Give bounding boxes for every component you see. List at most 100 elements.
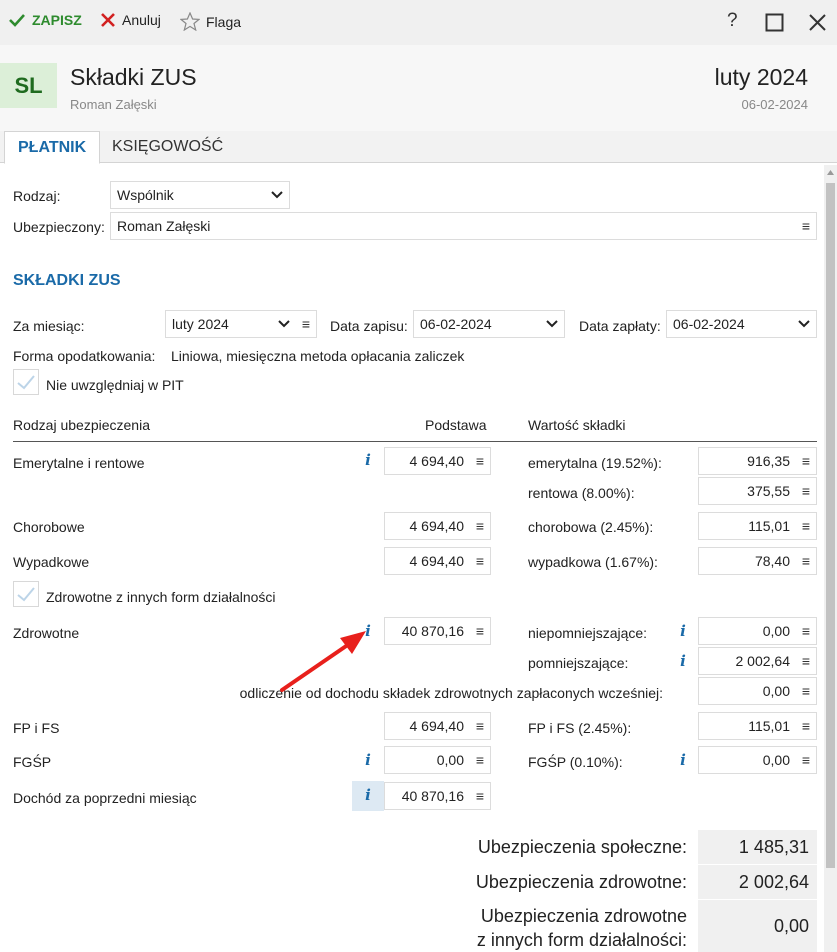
emerytalne-podstawa-value: 4 694,40 [409,453,465,469]
zdrowotne-inne-checkbox[interactable] [13,581,39,607]
menu-icon[interactable]: ≡ [796,653,816,669]
menu-icon[interactable]: ≡ [796,218,816,234]
menu-icon[interactable]: ≡ [470,718,490,734]
menu-icon[interactable]: ≡ [796,483,816,499]
fpfs-skladka-value: 115,01 [748,718,790,734]
menu-icon[interactable]: ≡ [796,718,816,734]
zdrowotne-podstawa-value: 40 870,16 [401,623,464,639]
fgsp-skladka-field[interactable]: 0,00 ≡ [698,746,817,774]
info-icon[interactable]: i [675,622,691,640]
rodzaj-select[interactable]: Wspólnik [110,181,290,209]
page-title: Składki ZUS [70,64,197,90]
zdrowotne-inne-checkbox-label: Zdrowotne z innych form działalności [46,589,276,605]
wypadkowa-field[interactable]: 78,40 ≡ [698,547,817,575]
maximize-icon[interactable] [765,13,784,32]
col-podstawa-header: Podstawa [425,417,487,433]
menu-icon[interactable]: ≡ [296,316,316,332]
ubezpieczony-field[interactable]: Roman Załęski ≡ [110,212,817,240]
za-miesiac-select[interactable]: luty 2024 ≡ [165,310,317,338]
info-icon[interactable]: i [360,786,376,804]
zdrowotne-podstawa-field[interactable]: 40 870,16 ≡ [384,617,491,645]
chorobowa-label: chorobowa (2.45%): [528,519,654,535]
menu-icon[interactable]: ≡ [470,623,490,639]
pomniejszajace-value: 2 002,64 [735,653,791,669]
star-icon [180,12,200,31]
menu-icon[interactable]: ≡ [470,518,490,534]
chorobowe-podstawa-value: 4 694,40 [409,518,465,534]
chevron-down-icon [540,320,564,328]
checkmark-icon [9,14,25,27]
chevron-down-icon [265,191,289,199]
info-icon[interactable]: i [675,751,691,769]
rodzaj-value: Wspólnik [117,187,174,203]
header-date: 06-02-2024 [741,97,809,112]
chorobowa-field[interactable]: 115,01 ≡ [698,512,817,540]
odliczenie-value: 0,00 [762,683,790,699]
scroll-up-icon[interactable] [826,168,835,176]
help-button[interactable]: ? [727,10,738,32]
emerytalne-podstawa-field[interactable]: 4 694,40 ≡ [384,447,491,475]
checkmark-icon [17,587,35,602]
dochod-label: Dochód za poprzedni miesiąc [13,790,197,806]
close-x-icon [101,13,115,27]
flag-button[interactable]: Flaga [180,12,241,31]
menu-icon[interactable]: ≡ [796,752,816,768]
rentowa-value: 375,55 [747,483,790,499]
summary-zdrowotne-label: Ubezpieczenia zdrowotne: [475,872,687,892]
info-icon[interactable]: i [675,652,691,670]
menu-icon[interactable]: ≡ [796,518,816,534]
ubezpieczony-label: Ubezpieczony: [13,219,105,235]
summary-spoleczne-label: Ubezpieczenia społeczne: [477,837,687,857]
menu-icon[interactable]: ≡ [796,683,816,699]
chorobowe-podstawa-field[interactable]: 4 694,40 ≡ [384,512,491,540]
odliczenie-field[interactable]: 0,00 ≡ [698,677,817,705]
summary-inne-label-line1: Ubezpieczenia zdrowotne [480,906,687,926]
cancel-button[interactable]: Anuluj [100,12,161,28]
forma-value: Liniowa, miesięczna metoda opłacania zal… [171,348,465,364]
wypadkowe-podstawa-value: 4 694,40 [409,553,465,569]
fgsp-skladka-value: 0,00 [762,752,790,768]
niepomniejszajace-value: 0,00 [762,623,790,639]
dochod-value: 40 870,16 [401,788,464,804]
menu-icon[interactable]: ≡ [470,752,490,768]
close-window-icon[interactable] [808,13,827,32]
tab-ksiegowosc[interactable]: KSIĘGOWOŚĆ [112,131,223,163]
checkmark-icon [17,375,35,390]
flag-label: Flaga [206,13,242,30]
data-zapisu-field[interactable]: 06-02-2024 [413,310,565,338]
data-zaplaty-field[interactable]: 06-02-2024 [666,310,817,338]
wypadkowe-podstawa-field[interactable]: 4 694,40 ≡ [384,547,491,575]
menu-icon[interactable]: ≡ [796,623,816,639]
pomniejszajace-field[interactable]: 2 002,64 ≡ [698,647,817,675]
rodzaj-label: Rodzaj: [13,188,61,204]
summary-zdrowotne-value: 2 002,64 [698,865,817,899]
tab-platnik[interactable]: PŁATNIK [4,131,101,164]
menu-icon[interactable]: ≡ [796,553,816,569]
fpfs-podstawa-field[interactable]: 4 694,40 ≡ [384,712,491,740]
info-icon[interactable]: i [360,451,376,469]
niepomniejszajace-label: niepomniejszające: [528,625,648,641]
period-title: luty 2024 [714,64,808,90]
info-icon[interactable]: i [360,751,376,769]
cancel-label: Anuluj [122,12,161,28]
za-miesiac-label: Za miesiąc: [13,318,85,334]
col-wartosc-header: Wartość składki [528,417,626,433]
menu-icon[interactable]: ≡ [470,453,490,469]
fgsp-podstawa-field[interactable]: 0,00 ≡ [384,746,491,774]
fgsp-label: FGŚP [13,754,52,770]
rentowa-field[interactable]: 375,55 ≡ [698,477,817,505]
menu-icon[interactable]: ≡ [470,788,490,804]
section-title-skladki: SKŁADKI ZUS [13,272,121,289]
dochod-field[interactable]: 40 870,16 ≡ [384,782,491,810]
zdrowotne-label: Zdrowotne [13,625,80,641]
menu-icon[interactable]: ≡ [796,453,816,469]
niepomniejszajace-field[interactable]: 0,00 ≡ [698,617,817,645]
rentowa-label: rentowa (8.00%): [528,485,635,501]
emerytalne-label: Emerytalne i rentowe [13,455,145,471]
scrollbar-thumb[interactable] [826,183,835,868]
emerytalna-field[interactable]: 916,35 ≡ [698,447,817,475]
fpfs-skladka-field[interactable]: 115,01 ≡ [698,712,817,740]
save-button[interactable]: ZAPISZ [8,12,82,28]
pit-checkbox[interactable] [13,369,39,395]
menu-icon[interactable]: ≡ [470,553,490,569]
